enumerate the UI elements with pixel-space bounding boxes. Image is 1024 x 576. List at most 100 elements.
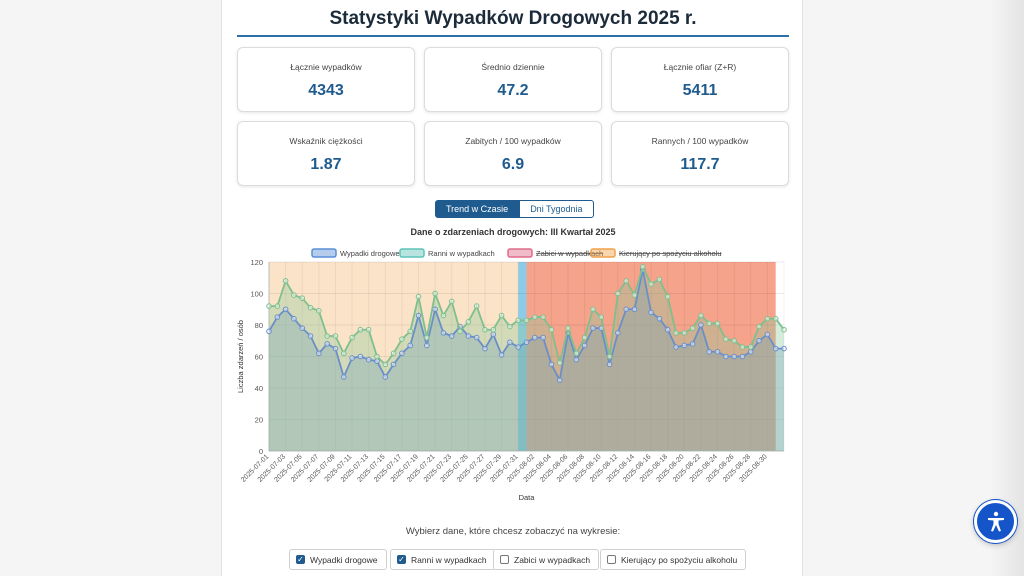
scroll-shadow [990,0,1024,576]
data-point [299,295,306,302]
stat-label: Średnio dziennie [481,62,545,72]
data-point [631,306,638,313]
data-point [548,361,555,368]
stat-card-total-accidents: Łącznie wypadków 4343 [237,47,415,112]
chart-view-tabs: Trend w Czasie Dni Tygodnia [435,200,594,218]
data-point [432,290,438,297]
data-point [374,353,380,360]
data-point [465,333,472,339]
data-point [764,315,771,322]
tab-trend-over-time[interactable]: Trend w Czasie [435,200,520,218]
data-point [747,344,754,350]
data-point [698,322,704,328]
data-point [698,312,704,319]
data-point [556,360,563,366]
y-tick-label: 60 [255,353,263,362]
data-point [714,348,721,355]
chart-title: Dane o zdarzeniach drogowych: III Kwarta… [410,227,616,237]
data-point [282,278,289,284]
data-point [316,350,322,357]
checkbox-injured[interactable]: ✓ Ranni w wypadkach [390,549,496,570]
data-point [664,326,671,333]
checkbox-killed-label: Zabici w wypadkach [514,554,591,565]
data-point [648,281,654,287]
data-point [332,333,339,339]
checkbox-accidents-box[interactable]: ✓ [296,555,305,564]
data-point [324,341,330,347]
page-background-right [803,0,1024,576]
data-point [723,336,729,342]
data-point [515,344,521,350]
data-point [490,326,497,333]
data-point [723,353,729,360]
checkbox-drunk-drivers[interactable]: Kierujący po spożyciu alkoholu [600,549,747,570]
data-point [390,361,397,368]
y-axis-title: Liczba zdarzeń / osób [236,320,245,393]
stat-card-killed-per-100: Zabitych / 100 wypadków 6.9 [424,121,602,186]
data-point [424,334,430,341]
checkbox-accidents[interactable]: ✓ Wypadki drogowe [289,549,387,570]
data-point [282,306,289,313]
tab-weekdays[interactable]: Dni Tygodnia [519,200,594,218]
accessibility-person-icon [987,511,1004,531]
data-point [615,330,621,336]
data-point [324,333,330,339]
data-point [556,377,563,383]
data-point [307,304,314,311]
legend-swatch [311,248,337,258]
data-point [465,319,472,325]
data-point [739,344,746,350]
data-point [756,337,762,344]
data-point [507,323,513,330]
checkbox-killed-box[interactable] [500,555,509,564]
data-point [606,353,613,360]
stat-label: Łącznie wypadków [290,62,362,72]
stat-value: 47.2 [497,82,529,99]
legend-swatch [399,248,425,258]
data-point [731,337,737,344]
checkbox-injured-box[interactable]: ✓ [397,555,406,564]
data-point [316,308,322,314]
data-point [332,345,339,352]
data-point [689,341,696,347]
data-point [772,345,779,352]
main-panel: Statystyki Wypadków Drogowych 2025 r. Łą… [221,0,803,576]
data-point [490,331,497,338]
data-point [507,339,513,346]
legend-label: Ranni w wypadkach [428,249,495,258]
data-point [349,355,355,361]
data-point [440,330,447,336]
data-point [590,325,596,331]
data-point [382,374,389,380]
data-point [307,333,314,339]
data-point [631,292,638,298]
accidents-line-chart: 0204060801001202025-07-012025-07-032025-… [236,248,787,502]
data-point [739,353,746,360]
data-point [540,314,546,320]
data-point [473,334,480,341]
data-point [291,292,297,298]
checkbox-drunk-drivers-box[interactable] [607,555,616,564]
accessibility-button[interactable] [974,500,1017,543]
legend-label: Wypadki drogowe [340,249,400,258]
data-point [598,314,605,320]
data-point [523,317,530,324]
data-point [706,320,713,327]
data-point [756,323,762,330]
data-point [781,326,787,333]
data-point [639,263,646,270]
page-title: Statystyki Wypadków Drogowych 2025 r. [329,8,697,29]
data-point [299,325,306,331]
data-point [673,330,679,336]
data-point [656,276,663,283]
data-point [540,334,546,341]
data-point [415,312,422,319]
stat-label: Rannych / 100 wypadków [651,136,749,146]
data-point [515,317,521,324]
data-point [390,350,397,357]
data-point [291,315,297,322]
data-point [448,333,455,339]
data-point [266,303,272,309]
data-point [482,345,488,352]
checkbox-killed[interactable]: Zabici w wypadkach [493,549,600,570]
